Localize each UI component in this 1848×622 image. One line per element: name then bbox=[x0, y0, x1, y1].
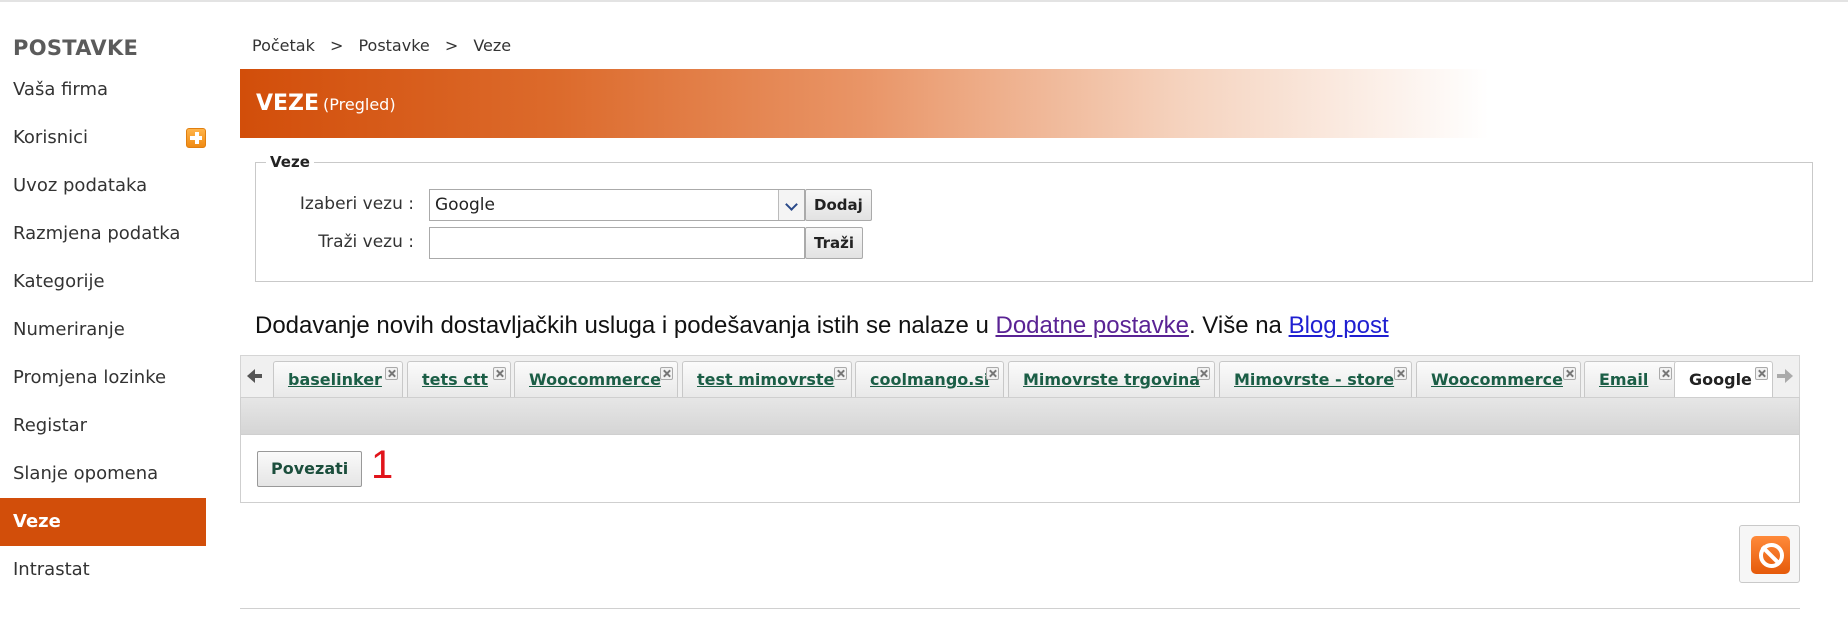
close-icon[interactable] bbox=[1659, 367, 1672, 380]
tab-label: test mimovrste bbox=[697, 370, 835, 389]
add-button[interactable]: Dodaj bbox=[805, 189, 872, 221]
tab-label: Mimovrste - store bbox=[1234, 370, 1395, 389]
close-icon[interactable] bbox=[986, 367, 999, 380]
connection-count: 1 bbox=[371, 443, 394, 487]
sidebar: POSTAVKE Vaša firma Korisnici Uvoz podat… bbox=[0, 30, 206, 594]
tab-label: Woocommerce bbox=[1431, 370, 1563, 389]
tab-label: Mimovrste trgovina bbox=[1023, 370, 1201, 389]
tab-label: Google bbox=[1689, 370, 1752, 389]
breadcrumb-separator: > bbox=[329, 36, 344, 55]
bottom-divider bbox=[240, 608, 1800, 609]
breadcrumb-separator: > bbox=[444, 36, 459, 55]
tab-woocommerce-2[interactable]: Woocommerce bbox=[1416, 361, 1581, 398]
cancel-icon bbox=[1751, 536, 1790, 574]
breadcrumb: Početak > Postavke > Veze bbox=[252, 36, 521, 55]
blog-post-link[interactable]: Blog post bbox=[1289, 312, 1389, 339]
close-icon[interactable] bbox=[660, 367, 673, 380]
info-text: Dodavanje novih dostavljačkih usluga i p… bbox=[255, 312, 1389, 340]
page-title-text: VEZE bbox=[256, 91, 320, 116]
tab-google[interactable]: Google bbox=[1674, 361, 1773, 399]
sidebar-item-veze[interactable]: Veze bbox=[0, 498, 206, 546]
tab-label: Email bbox=[1599, 370, 1649, 389]
tab-test-mimovrste[interactable]: test mimovrste bbox=[682, 361, 852, 398]
sidebar-item-uvoz-podataka[interactable]: Uvoz podataka bbox=[0, 162, 206, 210]
search-connection-label: Traži vezu : bbox=[318, 232, 414, 252]
chevron-down-icon[interactable] bbox=[778, 190, 804, 220]
sidebar-item-vasa-firma[interactable]: Vaša firma bbox=[0, 66, 206, 114]
tab-label: Woocommerce bbox=[529, 370, 661, 389]
sidebar-item-slanje-opomena[interactable]: Slanje opomena bbox=[0, 450, 206, 498]
connection-select[interactable]: Google bbox=[429, 189, 805, 221]
cancel-button[interactable] bbox=[1739, 525, 1800, 583]
arrow-right-icon bbox=[1776, 368, 1793, 384]
close-icon[interactable] bbox=[1755, 367, 1768, 380]
sidebar-item-label: Korisnici bbox=[13, 127, 89, 148]
sidebar-item-registar[interactable]: Registar bbox=[0, 402, 206, 450]
connection-select-value: Google bbox=[435, 195, 495, 215]
page-subtitle: (Pregled) bbox=[323, 95, 396, 114]
tab-label: coolmango.si bbox=[870, 370, 990, 389]
tab-baselinker[interactable]: baselinker bbox=[273, 361, 403, 398]
close-icon[interactable] bbox=[493, 367, 506, 380]
tabs-scroll-right[interactable] bbox=[1769, 356, 1799, 397]
breadcrumb-postavke-link[interactable]: Postavke bbox=[358, 36, 429, 55]
breadcrumb-home-link[interactable]: Početak bbox=[252, 36, 315, 55]
tab-email[interactable]: Email bbox=[1584, 361, 1677, 398]
close-icon[interactable] bbox=[1563, 367, 1576, 380]
tab-coolmango[interactable]: coolmango.si bbox=[855, 361, 1004, 398]
connection-tabs: baselinker tets ctt Woocommerce test mim… bbox=[240, 355, 1800, 399]
tab-woocommerce[interactable]: Woocommerce bbox=[514, 361, 678, 398]
tab-toolbar bbox=[240, 397, 1800, 435]
tab-tets-ctt[interactable]: tets ctt bbox=[407, 361, 511, 398]
tab-mimovrste-store[interactable]: Mimovrste - store bbox=[1219, 361, 1412, 398]
close-icon[interactable] bbox=[1197, 367, 1210, 380]
sidebar-title: POSTAVKE bbox=[13, 36, 139, 60]
search-connection-input[interactable] bbox=[429, 227, 805, 259]
info-text-start: Dodavanje novih dostavljačkih usluga i p… bbox=[255, 312, 996, 339]
info-text-middle: . Više na bbox=[1188, 312, 1289, 339]
tab-content-panel: Povezati 1 bbox=[240, 435, 1800, 503]
arrow-left-icon bbox=[247, 368, 264, 384]
top-divider bbox=[0, 0, 1848, 2]
tabs-scroll-left[interactable] bbox=[241, 356, 271, 397]
breadcrumb-current: Veze bbox=[473, 36, 512, 55]
connections-fieldset: Veze Izaberi vezu : Google Dodaj Traži v… bbox=[255, 153, 1813, 282]
close-icon[interactable] bbox=[834, 367, 847, 380]
sidebar-item-promjena-lozinke[interactable]: Promjena lozinke bbox=[0, 354, 206, 402]
page-title: VEZE (Pregled) bbox=[256, 91, 396, 116]
search-button[interactable]: Traži bbox=[805, 227, 863, 259]
sidebar-item-intrastat[interactable]: Intrastat bbox=[0, 546, 206, 594]
select-connection-label: Izaberi vezu : bbox=[299, 194, 414, 214]
tab-label: tets ctt bbox=[422, 370, 489, 389]
close-icon[interactable] bbox=[385, 367, 398, 380]
sidebar-item-kategorije[interactable]: Kategorije bbox=[0, 258, 206, 306]
close-icon[interactable] bbox=[1394, 367, 1407, 380]
page-header-banner: VEZE (Pregled) bbox=[240, 69, 1489, 138]
tab-label: baselinker bbox=[288, 370, 382, 389]
connect-button[interactable]: Povezati bbox=[257, 451, 363, 487]
sidebar-item-razmjena-podatka[interactable]: Razmjena podatka bbox=[0, 210, 206, 258]
sidebar-item-korisnici[interactable]: Korisnici bbox=[0, 114, 206, 162]
fieldset-legend: Veze bbox=[266, 153, 314, 171]
add-user-plus-icon[interactable] bbox=[186, 128, 206, 148]
tab-mimovrste-trgovina[interactable]: Mimovrste trgovina bbox=[1008, 361, 1215, 398]
additional-settings-link[interactable]: Dodatne postavke bbox=[995, 312, 1188, 339]
sidebar-item-numeriranje[interactable]: Numeriranje bbox=[0, 306, 206, 354]
